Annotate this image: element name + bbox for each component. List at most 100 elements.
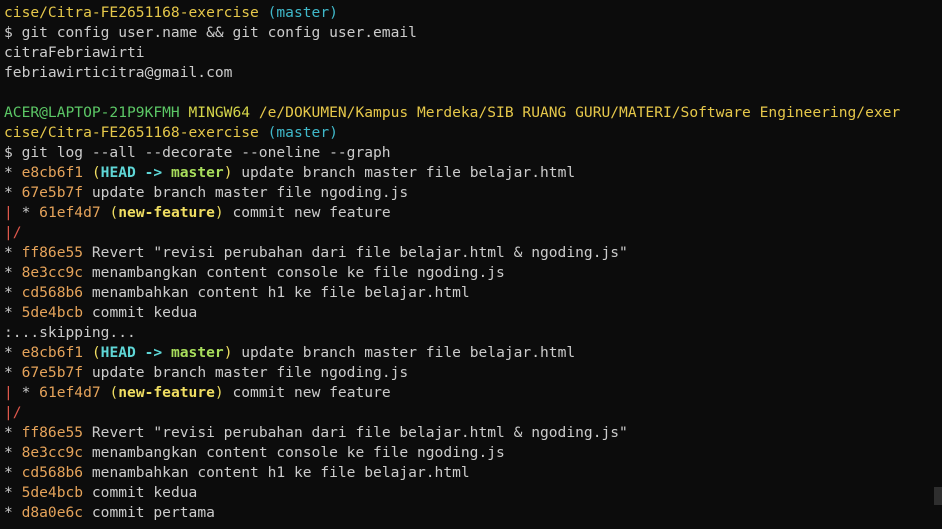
terminal-text: ) bbox=[214, 384, 224, 401]
terminal-text: * bbox=[12, 384, 40, 401]
terminal-line: cise/Citra-FE2651168-exercise (master) bbox=[4, 123, 934, 143]
terminal-line: * 67e5b7f update branch master file ngod… bbox=[4, 183, 934, 203]
terminal-text: menambahkan content h1 ke file belajar.h… bbox=[83, 284, 470, 301]
terminal-text: cd568b6 bbox=[21, 464, 84, 481]
terminal-line: * 5de4bcb commit kedua bbox=[4, 483, 934, 503]
terminal-line: * e8cb6f1 (HEAD -> master) update branch… bbox=[4, 163, 934, 183]
terminal-text: * bbox=[4, 364, 22, 381]
terminal-text: $ git log --all --decorate --oneline --g… bbox=[4, 144, 391, 161]
terminal-text: commit pertama bbox=[83, 504, 215, 521]
terminal-line: cise/Citra-FE2651168-exercise (master) bbox=[4, 3, 934, 23]
terminal-text: ff86e55 bbox=[21, 244, 84, 261]
terminal-output[interactable]: cise/Citra-FE2651168-exercise (master) $ … bbox=[4, 3, 934, 523]
terminal-text: (master) bbox=[258, 4, 338, 21]
terminal-text: 5de4bcb bbox=[21, 304, 84, 321]
terminal-line: * e8cb6f1 (HEAD -> master) update branch… bbox=[4, 343, 934, 363]
terminal-text: menambahkan content h1 ke file belajar.h… bbox=[83, 464, 470, 481]
terminal-text: * bbox=[4, 484, 22, 501]
terminal-line: |/ bbox=[4, 403, 934, 423]
terminal-text: * bbox=[12, 204, 40, 221]
terminal-text: d8a0e6c bbox=[21, 504, 84, 521]
terminal-text: update branch master file ngoding.js bbox=[83, 184, 409, 201]
terminal-text: |/ bbox=[4, 404, 22, 421]
terminal-line: * 8e3cc9c menambangkan content console k… bbox=[4, 443, 934, 463]
terminal-text: * bbox=[4, 344, 22, 361]
terminal-text: menambangkan content console ke file ngo… bbox=[83, 444, 505, 461]
terminal-text: * bbox=[4, 244, 22, 261]
terminal-text: ) bbox=[214, 204, 224, 221]
terminal-text: /e/DOKUMEN/Kampus Merdeka/SIB RUANG GURU… bbox=[250, 104, 901, 121]
terminal-text: (master) bbox=[258, 124, 338, 141]
terminal-line: | * 61ef4d7 (new-feature) commit new fea… bbox=[4, 383, 934, 403]
terminal-text: e8cb6f1 bbox=[21, 164, 84, 181]
terminal-text: * bbox=[4, 304, 22, 321]
terminal-text: febriawirticitra@gmail.com bbox=[4, 64, 233, 81]
terminal-line: |/ bbox=[4, 223, 934, 243]
terminal-text: cise/Citra-FE2651168-exercise bbox=[4, 4, 259, 21]
terminal-text: HEAD -> bbox=[100, 344, 171, 361]
terminal-text: ( bbox=[83, 164, 101, 181]
terminal-text: new-feature bbox=[118, 384, 215, 401]
terminal-line: * 67e5b7f update branch master file ngod… bbox=[4, 363, 934, 383]
terminal-text: cise/Citra-FE2651168-exercise bbox=[4, 124, 259, 141]
terminal-text: 5de4bcb bbox=[21, 484, 84, 501]
terminal-text: ACER@LAPTOP-21P9KFMH bbox=[4, 104, 180, 121]
terminal-line: | * 61ef4d7 (new-feature) commit new fea… bbox=[4, 203, 934, 223]
terminal-line: citraFebriawirti bbox=[4, 43, 934, 63]
terminal-text: * bbox=[4, 464, 22, 481]
terminal-text: ( bbox=[83, 344, 101, 361]
terminal-text: 8e3cc9c bbox=[21, 444, 84, 461]
terminal-text: citraFebriawirti bbox=[4, 44, 145, 61]
terminal-text: new-feature bbox=[118, 204, 215, 221]
terminal-text: master bbox=[170, 344, 224, 361]
terminal-line: * ff86e55 Revert "revisi perubahan dari … bbox=[4, 423, 934, 443]
terminal-text: * bbox=[4, 444, 22, 461]
terminal-text: commit kedua bbox=[83, 484, 198, 501]
terminal-line: * 5de4bcb commit kedua bbox=[4, 303, 934, 323]
terminal-text: menambangkan content console ke file ngo… bbox=[83, 264, 505, 281]
terminal-text: Revert "revisi perubahan dari file belaj… bbox=[83, 244, 628, 261]
terminal-line: * d8a0e6c commit pertama bbox=[4, 503, 934, 523]
terminal-text: * bbox=[4, 264, 22, 281]
terminal-text: 8e3cc9c bbox=[21, 264, 84, 281]
terminal-line: * cd568b6 menambahkan content h1 ke file… bbox=[4, 283, 934, 303]
terminal-text: cd568b6 bbox=[21, 284, 84, 301]
terminal-line: febriawirticitra@gmail.com bbox=[4, 63, 934, 83]
terminal-text: commit kedua bbox=[83, 304, 198, 321]
terminal-text: update branch master file belajar.html bbox=[232, 344, 576, 361]
terminal-line: * ff86e55 Revert "revisi perubahan dari … bbox=[4, 243, 934, 263]
terminal-text: ff86e55 bbox=[21, 424, 84, 441]
terminal-line: $ git log --all --decorate --oneline --g… bbox=[4, 143, 934, 163]
terminal-line: :...skipping... bbox=[4, 323, 934, 343]
terminal-text: Revert "revisi perubahan dari file belaj… bbox=[83, 424, 628, 441]
terminal-line: * 8e3cc9c menambangkan content console k… bbox=[4, 263, 934, 283]
terminal-line: $ git config user.name && git config use… bbox=[4, 23, 934, 43]
terminal-text: :...skipping... bbox=[4, 324, 136, 341]
terminal-text: | bbox=[4, 204, 13, 221]
terminal-line: ACER@LAPTOP-21P9KFMH MINGW64 /e/DOKUMEN/… bbox=[4, 103, 934, 123]
terminal-text: update branch master file belajar.html bbox=[232, 164, 576, 181]
terminal-text: 67e5b7f bbox=[21, 364, 84, 381]
terminal-text: ( bbox=[100, 204, 119, 221]
terminal-text: | bbox=[4, 384, 13, 401]
terminal-text: * bbox=[4, 164, 22, 181]
terminal-text: * bbox=[4, 184, 22, 201]
terminal-text: * bbox=[4, 424, 22, 441]
scrollbar-thumb[interactable] bbox=[934, 487, 942, 505]
terminal-line: * cd568b6 menambahkan content h1 ke file… bbox=[4, 463, 934, 483]
terminal-text: * bbox=[4, 284, 22, 301]
terminal-text: 61ef4d7 bbox=[39, 384, 101, 401]
terminal-text: commit new feature bbox=[223, 384, 391, 401]
terminal-text: 61ef4d7 bbox=[39, 204, 101, 221]
terminal-text: ( bbox=[100, 384, 119, 401]
terminal-text: $ git config user.name && git config use… bbox=[4, 24, 417, 41]
terminal-text: |/ bbox=[4, 224, 22, 241]
terminal-text: e8cb6f1 bbox=[21, 344, 84, 361]
terminal-text: MINGW64 bbox=[179, 104, 251, 121]
terminal-text: commit new feature bbox=[223, 204, 391, 221]
terminal-text: update branch master file ngoding.js bbox=[83, 364, 409, 381]
terminal-text: 67e5b7f bbox=[21, 184, 84, 201]
terminal-text: * bbox=[4, 504, 22, 521]
terminal-text: master bbox=[170, 164, 224, 181]
